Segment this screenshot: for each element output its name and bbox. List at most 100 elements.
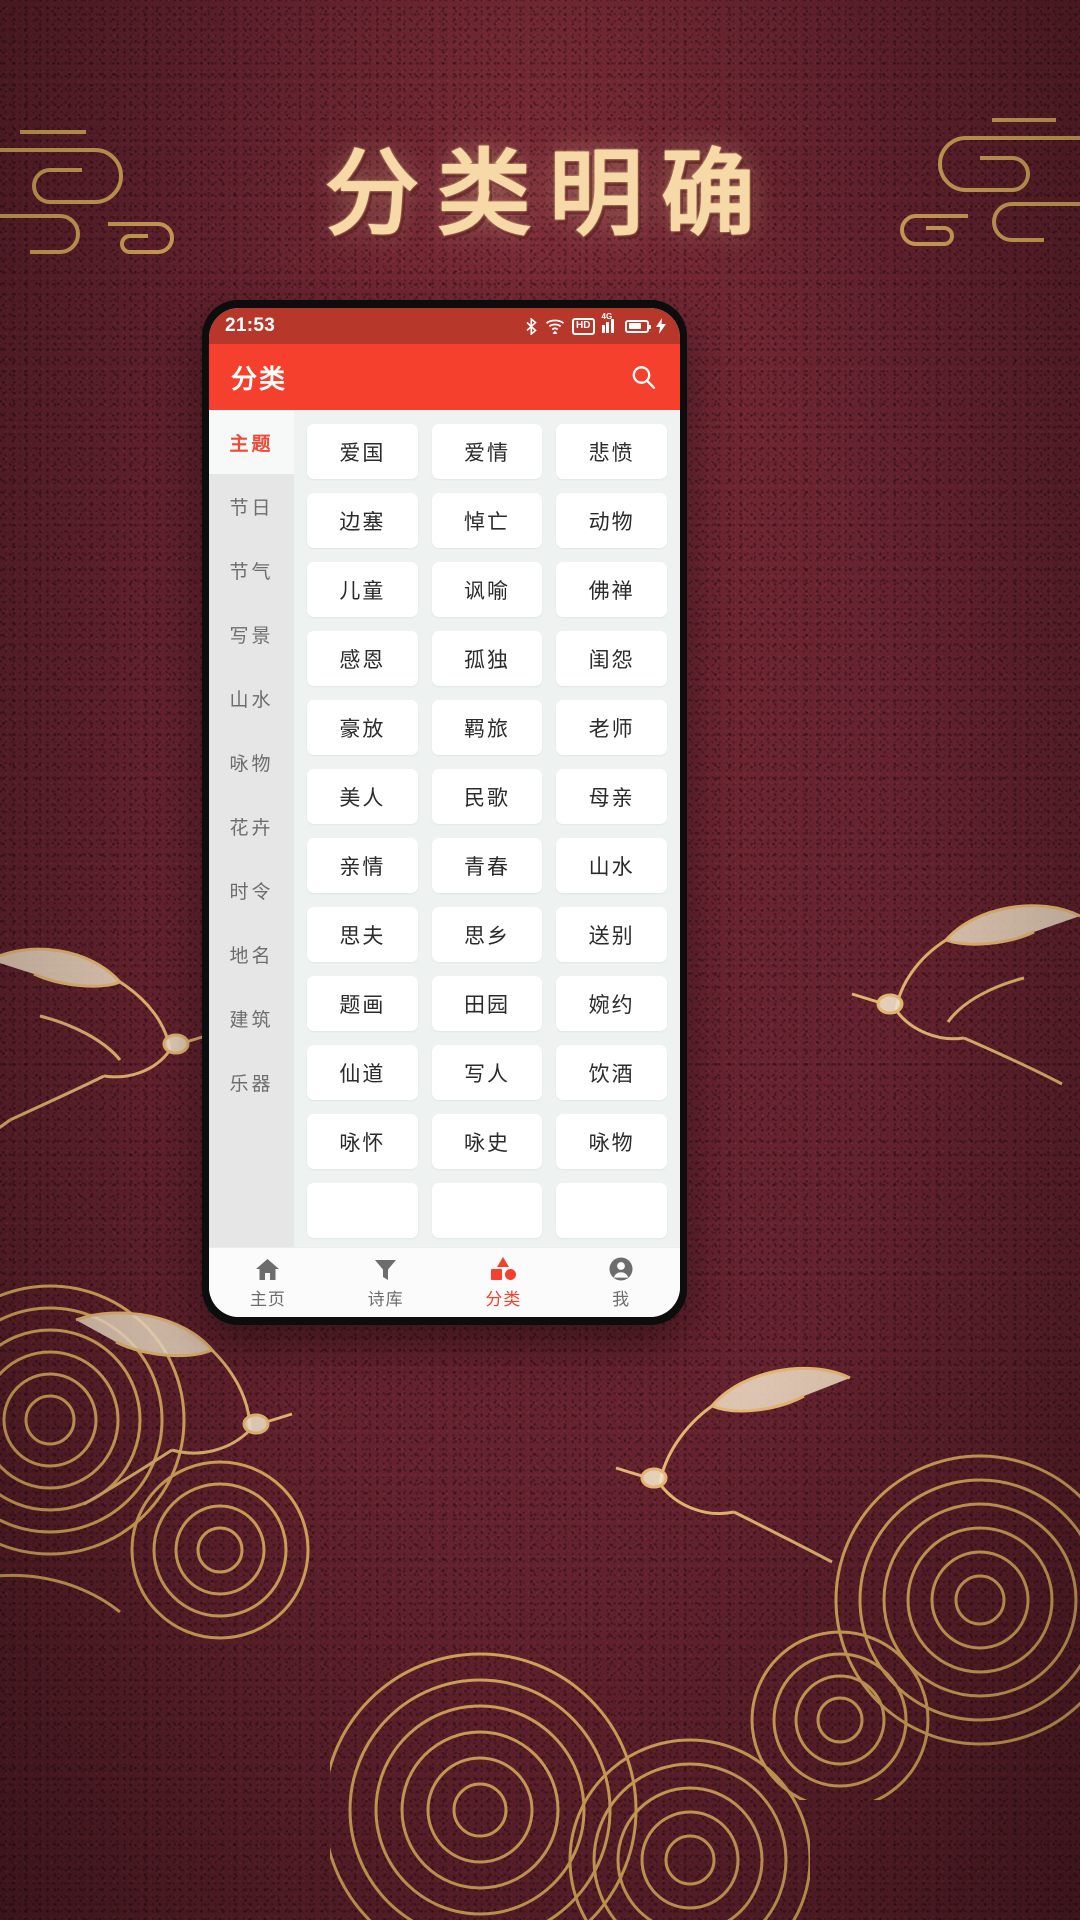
sidebar-item-5[interactable]: 咏物 (209, 730, 294, 794)
category-chip[interactable]: 思夫 (307, 907, 418, 962)
category-chip-label: 山水 (588, 855, 635, 879)
category-chip-label: 感恩 (339, 648, 386, 672)
sidebar-item-1[interactable]: 节日 (209, 474, 294, 538)
category-chip[interactable]: 孤独 (431, 631, 543, 686)
category-chip-label: 羁旅 (463, 717, 510, 741)
category-chip[interactable]: 写人 (431, 1045, 543, 1100)
category-chip[interactable]: 咏物 (556, 1114, 667, 1169)
sidebar-item-8[interactable]: 地名 (209, 922, 294, 986)
category-chip[interactable]: 豪放 (307, 700, 418, 755)
sidebar-item-label: 时令 (229, 881, 274, 903)
category-sidebar[interactable]: 主题节日节气写景山水咏物花卉时令地名 建筑 乐器 (209, 410, 294, 1247)
category-chip-label: 老师 (588, 717, 635, 741)
status-clock: 21:53 (225, 315, 276, 336)
sidebar-item-9[interactable]: 建筑 (209, 986, 294, 1050)
sidebar-item-label: 咏物 (229, 753, 274, 775)
nav-label-profile: 我 (612, 1289, 631, 1309)
nav-label-library: 诗库 (367, 1289, 404, 1309)
category-chip[interactable]: 老师 (556, 700, 667, 755)
category-chip[interactable]: 动物 (556, 493, 667, 548)
category-chip-label: 婉约 (588, 993, 635, 1017)
category-chip[interactable]: 咏怀 (307, 1114, 418, 1169)
sidebar-item-0[interactable]: 主题 (209, 410, 294, 474)
page-title: 分类明确 (324, 139, 773, 249)
category-chip[interactable]: 题画 (307, 976, 418, 1031)
category-chip-label: 爱情 (463, 441, 510, 465)
category-chip-label: 青春 (463, 855, 510, 879)
category-chip[interactable] (431, 1183, 543, 1238)
category-chip[interactable]: 感恩 (307, 631, 418, 686)
category-chip-label: 母亲 (588, 786, 635, 810)
category-chip[interactable]: 饮酒 (556, 1045, 667, 1100)
category-chip[interactable]: 讽喻 (431, 562, 543, 617)
category-chip-label: 咏史 (463, 1131, 510, 1155)
sidebar-item-4[interactable]: 山水 (209, 666, 294, 730)
nav-label-category: 分类 (485, 1289, 522, 1309)
sidebar-item-7[interactable]: 时令 (209, 858, 294, 922)
category-chip-label: 爱国 (339, 441, 386, 465)
sidebar-item-label: 节气 (229, 561, 274, 583)
category-chip[interactable]: 闺怨 (556, 631, 667, 686)
sidebar-item-3[interactable]: 写景 (209, 602, 294, 666)
category-chip[interactable]: 羁旅 (431, 700, 543, 755)
category-chip[interactable]: 仙道 (307, 1045, 418, 1100)
category-chip-label: 仙道 (339, 1062, 386, 1086)
shapes-icon (490, 1256, 517, 1281)
bottom-navigation: 主页 诗库 分类 我 (209, 1247, 680, 1317)
category-chip[interactable]: 婉约 (556, 976, 667, 1031)
category-chip[interactable]: 母亲 (556, 769, 667, 824)
bluetooth-icon (525, 317, 538, 335)
category-chip[interactable]: 爱国 (307, 424, 418, 479)
category-chip-label: 送别 (588, 924, 635, 948)
category-chip[interactable]: 悼亡 (431, 493, 543, 548)
status-icons: HD 4G (525, 312, 666, 335)
sidebar-item-10[interactable]: 乐器 (209, 1050, 294, 1114)
content-area: 主题 节日 节气 写景 山水 咏物 花卉 时令 地名 建筑 乐器 爱国 爱情 悲愤 边塞 悼亡 动物 儿童 讽喻佛… (209, 410, 680, 1247)
category-chip-label: 田园 (463, 993, 510, 1017)
nav-item-category[interactable]: 分类 (445, 1248, 563, 1317)
category-chip[interactable]: 爱情 (431, 424, 543, 479)
wifi-icon (545, 318, 565, 334)
category-chip-label: 写人 (463, 1062, 510, 1086)
category-chip[interactable]: 亲情 (307, 838, 418, 893)
sidebar-item-6[interactable]: 花卉 (209, 794, 294, 858)
hd-icon: HD (572, 317, 595, 335)
category-chip-label: 思夫 (339, 924, 386, 948)
category-grid-scroll[interactable]: 爱国 爱情 悲愤边塞 悼亡 动物儿童 讽喻 佛禅感恩 孤独 闺怨豪放 羁旅 老师美人 民歌 母亲亲情 青春… (294, 410, 680, 1247)
category-chip[interactable]: 儿童 (307, 562, 418, 617)
app-bar: 分类 (209, 344, 680, 410)
nav-item-profile[interactable]: 我 (562, 1248, 680, 1317)
sidebar-item-label: 花卉 (229, 817, 274, 839)
sidebar-item-label: 写景 (229, 625, 274, 647)
nav-item-library[interactable]: 诗库 (327, 1248, 445, 1317)
category-chip-label: 亲情 (339, 855, 386, 879)
category-chip-label: 闺怨 (588, 648, 635, 672)
category-chip[interactable]: 田园 (431, 976, 543, 1031)
category-chip[interactable]: 送别 (556, 907, 667, 962)
category-chip[interactable]: 思乡 (431, 907, 543, 962)
app-bar-title: 分类 (231, 363, 288, 394)
search-icon[interactable] (626, 360, 660, 394)
category-chip-label: 豪放 (339, 717, 386, 741)
nav-label-home: 主页 (249, 1289, 286, 1309)
category-chip[interactable]: 佛禅 (556, 562, 667, 617)
category-chip[interactable]: 民歌 (431, 769, 543, 824)
sidebar-item-label: 节日 (229, 497, 274, 519)
category-chip[interactable]: 咏史 (431, 1114, 543, 1169)
category-chip[interactable]: 悲愤 (556, 424, 667, 479)
category-chip[interactable]: 美人 (307, 769, 418, 824)
category-chip[interactable] (307, 1183, 418, 1238)
sidebar-item-label: 主题 (229, 433, 274, 455)
category-chip[interactable]: 山水 (556, 838, 667, 893)
person-icon (609, 1256, 633, 1281)
category-chip-label: 孤独 (463, 648, 510, 672)
network-label: 4G (601, 312, 613, 321)
sidebar-item-2[interactable]: 节气 (209, 538, 294, 602)
funnel-icon (374, 1256, 397, 1281)
hero-title-block: 分类明确 (0, 118, 1080, 254)
nav-item-home[interactable]: 主页 (209, 1248, 327, 1317)
category-chip[interactable] (556, 1183, 667, 1238)
category-chip[interactable]: 青春 (431, 838, 543, 893)
category-chip[interactable]: 边塞 (307, 493, 418, 548)
signal-4g-icon: 4G (601, 312, 619, 333)
